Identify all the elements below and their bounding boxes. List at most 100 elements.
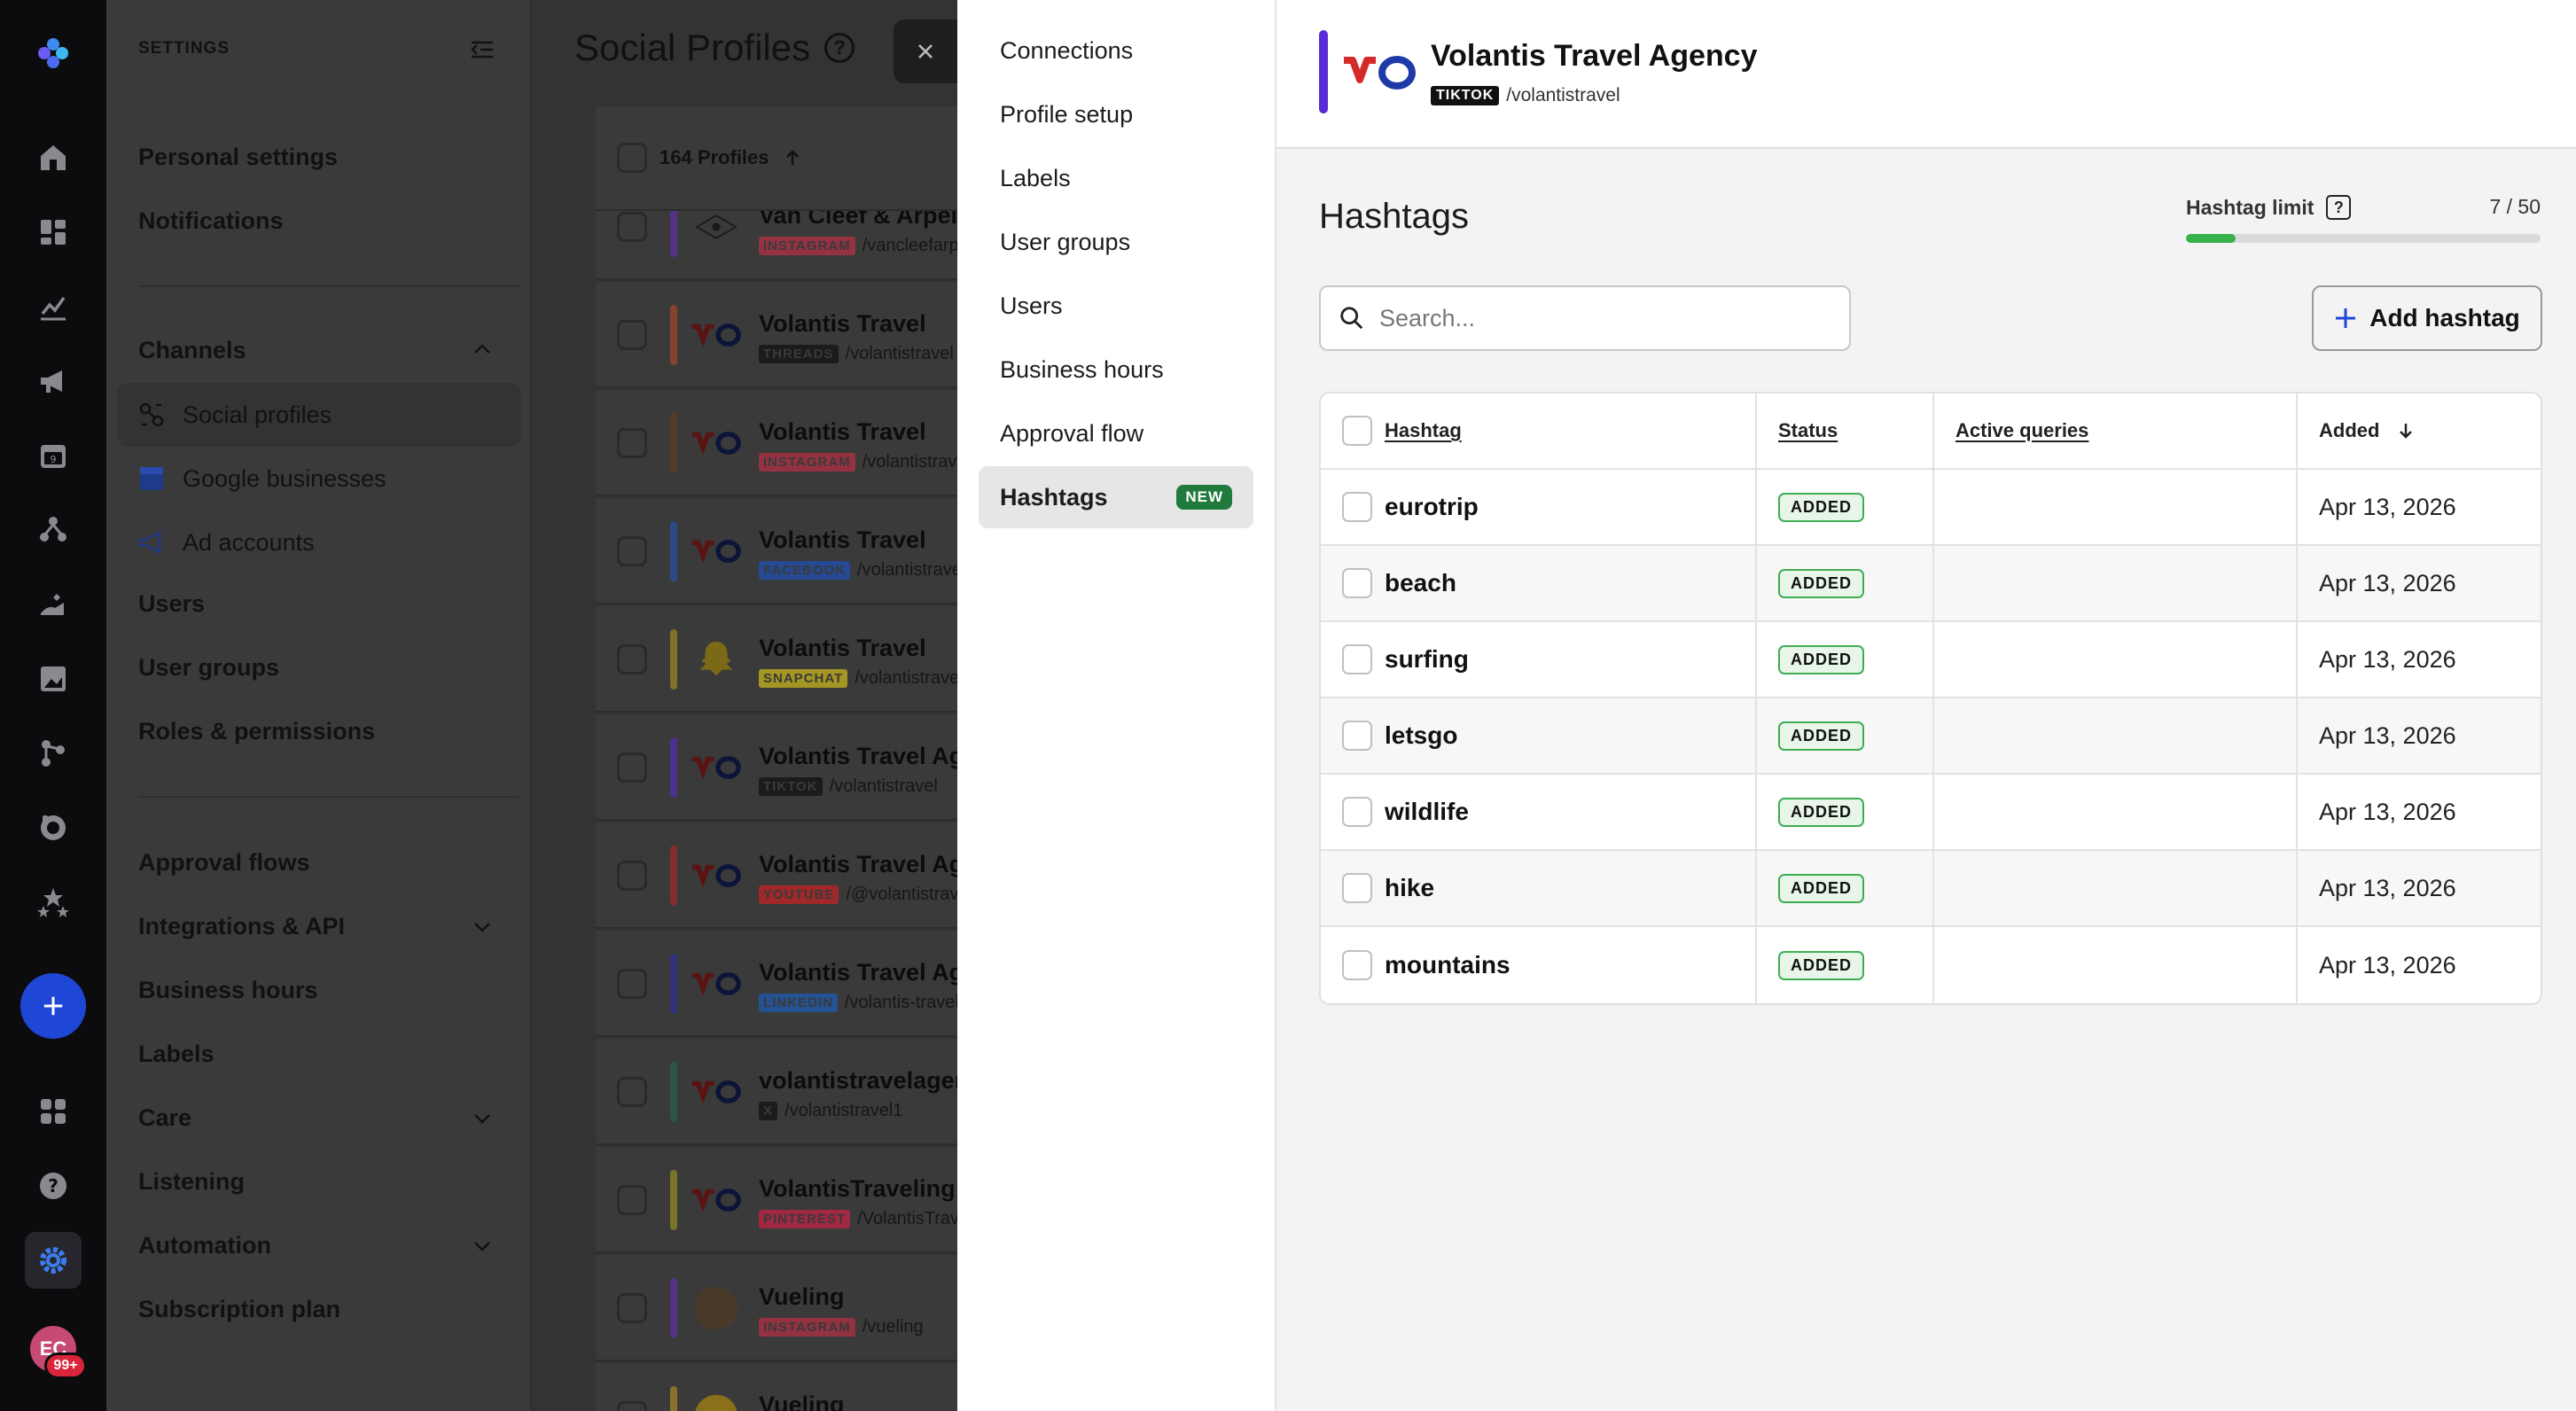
workflow-icon[interactable] <box>25 725 82 782</box>
row-checkbox[interactable] <box>1342 797 1372 827</box>
dashboard-icon[interactable] <box>25 204 82 261</box>
nav-item-hashtags[interactable]: Hashtags NEW <box>979 466 1253 528</box>
media-icon[interactable] <box>25 651 82 707</box>
table-row[interactable]: Volantis Travel INSTAGRAM/volantistravel <box>596 390 971 496</box>
table-row[interactable]: surfing ADDED Apr 13, 2026 <box>1321 622 2541 698</box>
stars-icon[interactable] <box>25 874 82 931</box>
settings-gear-icon[interactable] <box>25 1232 82 1289</box>
row-checkbox[interactable] <box>617 752 647 783</box>
nav-item-user-groups[interactable]: User groups <box>979 211 1253 273</box>
row-checkbox[interactable] <box>1342 644 1372 674</box>
select-all-hashtags-checkbox[interactable] <box>1342 416 1372 446</box>
sidebar-item-roles-permissions[interactable]: Roles & permissions <box>138 718 375 745</box>
row-checkbox[interactable] <box>617 536 647 566</box>
sidebar-item-notifications[interactable]: Notifications <box>138 207 284 235</box>
table-row[interactable]: volantistravelagency X/volantistravel1 <box>596 1039 995 1145</box>
sidebar-item-business-hours[interactable]: Business hours <box>138 977 318 1004</box>
sort-descending-icon[interactable] <box>2395 420 2416 441</box>
chevron-down-icon[interactable] <box>470 915 495 939</box>
chevron-down-icon[interactable] <box>470 1234 495 1259</box>
row-checkbox[interactable] <box>1342 873 1372 903</box>
help-square-icon[interactable]: ? <box>2326 195 2352 220</box>
column-header-status[interactable]: Status <box>1778 419 1838 442</box>
analytics-icon[interactable] <box>25 278 82 335</box>
profile-accent-stripe <box>670 954 677 1014</box>
sidebar-item-care[interactable]: Care <box>138 1104 191 1132</box>
sidebar-item-subscription-plan[interactable]: Subscription plan <box>138 1296 340 1323</box>
table-row[interactable]: Volantis Travel Agency TIKTOK/volantistra… <box>596 714 1019 821</box>
table-row[interactable]: VolantisTraveling PINTEREST/VolantisTrave… <box>596 1147 996 1253</box>
sidebar-item-ad-accounts[interactable]: Ad accounts <box>117 511 521 574</box>
sidebar-item-integrations[interactable]: Integrations & API <box>138 913 345 940</box>
chevron-up-icon[interactable] <box>470 337 495 362</box>
table-row[interactable]: Volantis Travel SNAPCHAT/volantistravel <box>596 606 968 713</box>
sort-ascending-icon[interactable] <box>782 147 803 168</box>
nav-item-business-hours[interactable]: Business hours <box>979 339 1253 401</box>
care-icon[interactable] <box>25 576 82 633</box>
table-row[interactable]: wildlife ADDED Apr 13, 2026 <box>1321 775 2541 851</box>
sidebar-item-listening[interactable]: Listening <box>138 1168 245 1196</box>
app-logo-icon[interactable] <box>25 25 82 82</box>
row-checkbox[interactable] <box>617 1401 647 1411</box>
column-header-hashtag[interactable]: Hashtag <box>1385 419 1462 442</box>
table-row[interactable]: Volantis Travel THREADS/volantistravel <box>596 282 968 388</box>
column-header-active-queries[interactable]: Active queries <box>1955 419 2088 442</box>
table-row[interactable]: hike ADDED Apr 13, 2026 <box>1321 851 2541 927</box>
row-checkbox[interactable] <box>1342 950 1372 980</box>
table-row[interactable]: eurotrip ADDED Apr 13, 2026 <box>1321 470 2541 546</box>
profile-platform: INSTAGRAM/volantistravel <box>759 452 971 472</box>
table-row[interactable]: Vueling <box>596 1363 968 1411</box>
row-checkbox[interactable] <box>617 1293 647 1323</box>
nav-item-profile-setup[interactable]: Profile setup <box>979 83 1253 145</box>
calendar-icon[interactable]: 9 <box>25 427 82 484</box>
sidebar-item-google-businesses[interactable]: Google businesses <box>117 447 521 511</box>
sidebar-item-users[interactable]: Users <box>138 590 205 618</box>
row-checkbox[interactable] <box>617 861 647 891</box>
nav-item-labels[interactable]: Labels <box>979 147 1253 209</box>
close-panel-button[interactable] <box>894 19 957 83</box>
select-all-checkbox[interactable] <box>617 143 647 173</box>
nav-item-connections[interactable]: Connections <box>979 19 1253 82</box>
help-icon[interactable]: ? <box>25 1158 82 1214</box>
row-checkbox[interactable] <box>617 644 647 674</box>
row-checkbox[interactable] <box>617 212 647 242</box>
sidebar-item-channels[interactable]: Channels <box>138 337 246 364</box>
sidebar-item-approval-flows[interactable]: Approval flows <box>138 849 310 877</box>
network-icon[interactable] <box>25 502 82 558</box>
add-hashtag-button[interactable]: Add hashtag <box>2312 285 2542 351</box>
row-checkbox[interactable] <box>617 1077 647 1107</box>
row-checkbox[interactable] <box>617 969 647 999</box>
hashtag-text: beach <box>1385 569 1456 596</box>
row-checkbox[interactable] <box>1342 721 1372 751</box>
chevron-down-icon[interactable] <box>470 1106 495 1131</box>
nav-item-users[interactable]: Users <box>979 275 1253 337</box>
profile-handle: /vueling <box>862 1317 924 1337</box>
help-circle-icon[interactable]: ? <box>824 33 855 63</box>
row-checkbox[interactable] <box>1342 492 1372 522</box>
listening-icon[interactable] <box>25 799 82 856</box>
sidebar-item-user-groups[interactable]: User groups <box>138 654 279 682</box>
megaphone-icon[interactable] <box>25 353 82 409</box>
table-row[interactable]: Volantis Travel Agency LINKEDIN/volantis-… <box>596 931 1019 1037</box>
sidebar-item-automation[interactable]: Automation <box>138 1232 271 1259</box>
search-input[interactable] <box>1379 304 1840 332</box>
apps-icon[interactable] <box>25 1083 82 1140</box>
table-row[interactable]: mountains ADDED Apr 13, 2026 <box>1321 927 2541 1003</box>
column-header-added[interactable]: Added <box>2319 419 2379 442</box>
table-row[interactable]: letsgo ADDED Apr 13, 2026 <box>1321 698 2541 775</box>
create-button[interactable] <box>20 973 86 1039</box>
row-checkbox[interactable] <box>617 320 647 350</box>
sidebar-item-labels[interactable]: Labels <box>138 1041 215 1068</box>
table-row[interactable]: beach ADDED Apr 13, 2026 <box>1321 546 2541 622</box>
table-row[interactable]: Volantis Travel Agency YOUTUBE/@volantist… <box>596 822 1019 929</box>
nav-item-approval-flow[interactable]: Approval flow <box>979 402 1253 464</box>
sidebar-item-social-profiles[interactable]: Social profiles <box>117 383 521 447</box>
home-icon[interactable] <box>25 129 82 186</box>
table-row[interactable]: Volantis Travel FACEBOOK/volantistravel <box>596 498 968 604</box>
sidebar-item-personal-settings[interactable]: Personal settings <box>138 144 338 171</box>
table-row[interactable]: Vueling INSTAGRAM/vueling <box>596 1255 968 1361</box>
collapse-sidebar-icon[interactable] <box>468 35 496 64</box>
row-checkbox[interactable] <box>617 428 647 458</box>
row-checkbox[interactable] <box>617 1185 647 1215</box>
row-checkbox[interactable] <box>1342 568 1372 598</box>
